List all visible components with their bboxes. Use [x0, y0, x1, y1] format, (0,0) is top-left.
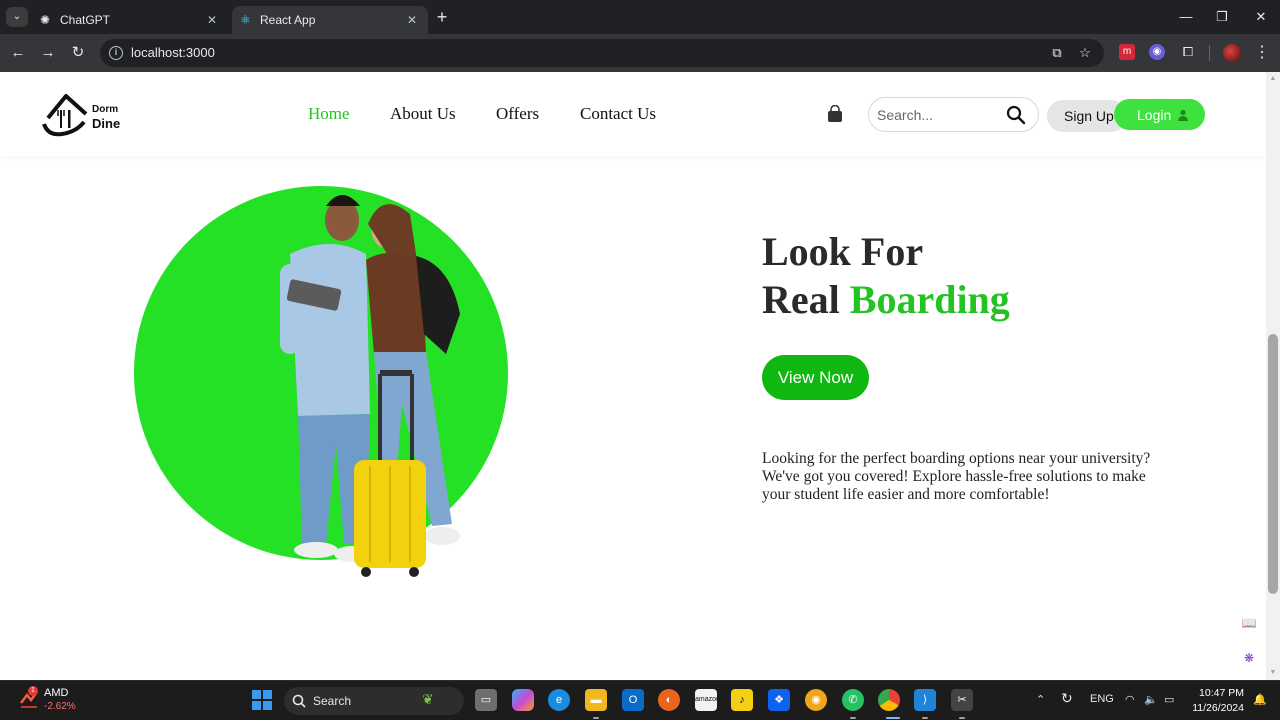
- hero-title-line1: Look For: [762, 229, 924, 274]
- extension-red-icon[interactable]: m: [1119, 44, 1135, 60]
- scroll-down-icon[interactable]: ▼: [1269, 669, 1277, 677]
- hero-title-accent: Boarding: [849, 277, 1010, 322]
- close-window-icon[interactable]: ✕: [1251, 8, 1271, 26]
- page-scrollbar[interactable]: ▲ ▼: [1266, 72, 1280, 680]
- install-app-icon[interactable]: ⧉: [1048, 44, 1066, 62]
- amazon-icon[interactable]: amazon: [695, 689, 720, 711]
- whatsapp-icon[interactable]: ✆: [842, 689, 864, 711]
- user-icon: [1178, 109, 1189, 121]
- stock-change: -2.62%: [44, 701, 76, 712]
- tab-chatgpt[interactable]: ✺ ChatGPT ✕: [32, 6, 228, 34]
- restore-icon[interactable]: ❐: [1212, 8, 1232, 26]
- logo-text-dine: Dine: [92, 116, 120, 131]
- stock-name[interactable]: AMD: [44, 687, 68, 699]
- tab-label: ChatGPT: [60, 13, 111, 27]
- minimize-icon[interactable]: —: [1176, 8, 1196, 26]
- new-tab-button[interactable]: +: [432, 8, 452, 28]
- ai-assistant-icon[interactable]: ❋: [1238, 647, 1260, 669]
- sticky-notes-icon[interactable]: ♪: [731, 689, 753, 711]
- logo-text-dorm: Dorm: [92, 104, 118, 115]
- running-indicator: [959, 717, 965, 719]
- view-now-button[interactable]: View Now: [762, 355, 869, 400]
- notifications-icon[interactable]: 🔔: [1253, 693, 1267, 706]
- media-player-icon[interactable]: ◉: [805, 689, 827, 711]
- browser-toolbar: ← → ↻ i localhost:3000 ⧉ ☆ m ◉ ⧠ ⋮: [0, 34, 1280, 72]
- sync-icon[interactable]: ↻: [1061, 690, 1073, 707]
- shopping-bag-icon[interactable]: [826, 105, 844, 123]
- reading-mode-icon[interactable]: 📖: [1238, 612, 1260, 634]
- search-input[interactable]: [877, 105, 997, 125]
- vscode-icon[interactable]: ⟩: [914, 689, 936, 711]
- address-bar[interactable]: i localhost:3000 ⧉ ☆: [100, 39, 1104, 67]
- tab-react-app[interactable]: ⚛ React App ✕: [232, 6, 428, 34]
- windows-taskbar: 1 AMD -2.62% Search ❦ ▭ e ▬ O ◐ amazon ♪…: [0, 680, 1280, 720]
- site-header: Dorm Dine Home About Us Offers Contact U…: [0, 72, 1266, 156]
- scroll-up-icon[interactable]: ▲: [1269, 75, 1277, 83]
- forward-icon[interactable]: →: [38, 43, 58, 63]
- bookmark-star-icon[interactable]: ☆: [1076, 44, 1094, 62]
- login-button[interactable]: Login: [1114, 99, 1205, 130]
- firefox-icon[interactable]: ◐: [658, 689, 680, 711]
- copilot-icon[interactable]: [512, 689, 534, 711]
- windows-start-icon[interactable]: [251, 689, 273, 711]
- nav-home[interactable]: Home: [308, 104, 350, 124]
- nav-contact-us[interactable]: Contact Us: [580, 104, 656, 124]
- taskbar-search-label: Search: [313, 694, 352, 708]
- site-info-icon[interactable]: i: [109, 46, 123, 60]
- close-tab-icon[interactable]: ✕: [404, 13, 420, 27]
- close-tab-icon[interactable]: ✕: [204, 13, 220, 27]
- hero-title-line2: Real: [762, 277, 850, 322]
- hero-description: Looking for the perfect boarding options…: [762, 450, 1151, 503]
- notification-badge: 1: [28, 686, 38, 696]
- battery-icon[interactable]: ▭: [1164, 693, 1174, 706]
- snipping-tool-icon[interactable]: ✂: [951, 689, 973, 711]
- search-icon: [292, 694, 306, 708]
- nav-about-us[interactable]: About Us: [390, 104, 456, 124]
- language-indicator[interactable]: ENG: [1090, 693, 1114, 705]
- chatgpt-favicon-icon: ✺: [40, 13, 51, 27]
- tab-label: React App: [260, 13, 316, 27]
- running-indicator: [850, 717, 856, 719]
- react-favicon-icon: ⚛: [240, 13, 251, 27]
- show-hidden-icons[interactable]: ⌃: [1036, 693, 1045, 706]
- login-label: Login: [1137, 106, 1172, 123]
- hero-students-image: [134, 186, 508, 577]
- menu-icon[interactable]: ⋮: [1254, 43, 1270, 63]
- url-text[interactable]: localhost:3000: [131, 45, 215, 60]
- reload-icon[interactable]: ↻: [68, 43, 88, 63]
- volume-icon[interactable]: 🔈: [1144, 693, 1158, 706]
- running-indicator: [593, 717, 599, 719]
- file-explorer-icon[interactable]: ▬: [585, 689, 607, 711]
- extension-brain-icon[interactable]: ◉: [1149, 44, 1165, 60]
- chrome-icon[interactable]: [878, 689, 900, 711]
- task-view-icon[interactable]: ▭: [475, 689, 497, 711]
- hero-title: Look For Real Boarding: [762, 228, 1010, 324]
- tab-search-button[interactable]: ⌄: [6, 7, 28, 27]
- profile-avatar[interactable]: [1223, 44, 1241, 62]
- scrollbar-thumb[interactable]: [1268, 334, 1278, 594]
- edge-browser-icon[interactable]: e: [548, 689, 570, 711]
- back-icon[interactable]: ←: [8, 43, 28, 63]
- page-viewport: Dorm Dine Home About Us Offers Contact U…: [0, 72, 1266, 680]
- taskbar-search[interactable]: Search ❦: [284, 687, 464, 715]
- clock-date[interactable]: 11/26/2024: [1188, 702, 1244, 714]
- toolbar-divider: [1209, 45, 1210, 61]
- wifi-icon[interactable]: ◠: [1125, 693, 1135, 706]
- search-icon[interactable]: [1006, 105, 1026, 125]
- clock-time[interactable]: 10:47 PM: [1192, 687, 1244, 699]
- search-highlight-icon: ❦: [422, 691, 434, 707]
- search-box: [868, 97, 1039, 132]
- nav-offers[interactable]: Offers: [496, 104, 539, 124]
- outlook-icon[interactable]: O: [622, 689, 644, 711]
- dropbox-icon[interactable]: ❖: [768, 689, 790, 711]
- extensions-icon[interactable]: ⧠: [1180, 44, 1196, 60]
- browser-tab-strip: ⌄ ✺ ChatGPT ✕ ⚛ React App ✕ + — ❐ ✕: [0, 0, 1280, 34]
- active-indicator: [886, 717, 900, 719]
- running-indicator: [922, 717, 928, 719]
- dorm-dine-logo[interactable]: Dorm Dine: [40, 92, 124, 140]
